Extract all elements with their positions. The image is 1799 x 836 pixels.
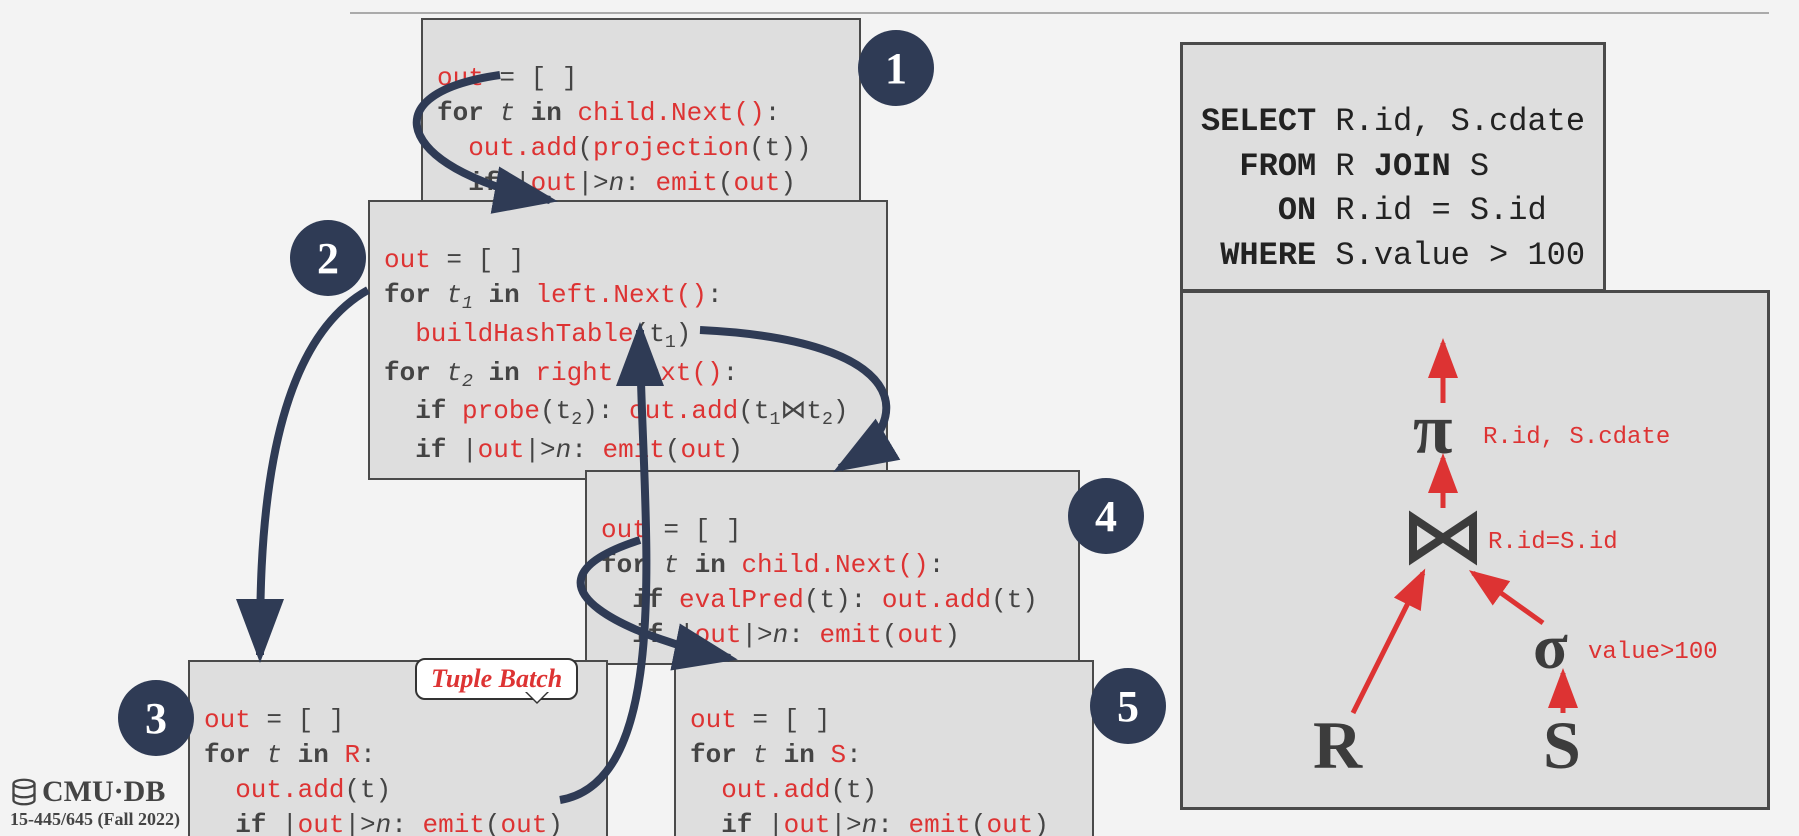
relation-r: R <box>1313 707 1363 783</box>
op-box-hashjoin: out = [ ] for t1 in left.Next(): buildHa… <box>368 200 888 480</box>
db-icon <box>10 778 38 806</box>
sigma-label: value>100 <box>1588 639 1718 666</box>
sql-box: SELECT R.id, S.cdate FROM R JOIN S ON R.… <box>1180 42 1606 292</box>
badge-4: 4 <box>1068 478 1144 554</box>
top-rule <box>350 12 1769 14</box>
op-box-filter: out = [ ] for t in child.Next(): if eval… <box>585 470 1080 665</box>
relation-s: S <box>1543 707 1581 783</box>
op-box-scan-s: out = [ ] for t in S: out.add(t) if |out… <box>674 660 1094 836</box>
brand: CMU·DB <box>10 775 180 809</box>
pi-label: R.id, S.cdate <box>1483 424 1670 451</box>
badge-2: 2 <box>290 220 366 296</box>
join-label: R.id=S.id <box>1488 529 1618 556</box>
course-label: 15-445/645 (Fall 2022) <box>10 809 180 830</box>
op-box-projection: out = [ ] for t in child.Next(): out.add… <box>421 18 861 213</box>
badge-1: 1 <box>858 30 934 106</box>
badge-3: 3 <box>118 680 194 756</box>
join-symbol <box>1413 518 1473 558</box>
pi-symbol: π <box>1413 389 1452 469</box>
badge-5: 5 <box>1090 668 1166 744</box>
callout-tuple-batch: Tuple Batch <box>415 658 578 700</box>
plan-box: π R.id, S.cdate R.id=S.id σ value>100 R … <box>1180 290 1770 810</box>
sigma-symbol: σ <box>1533 611 1568 682</box>
footer: CMU·DB 15-445/645 (Fall 2022) <box>10 775 180 830</box>
